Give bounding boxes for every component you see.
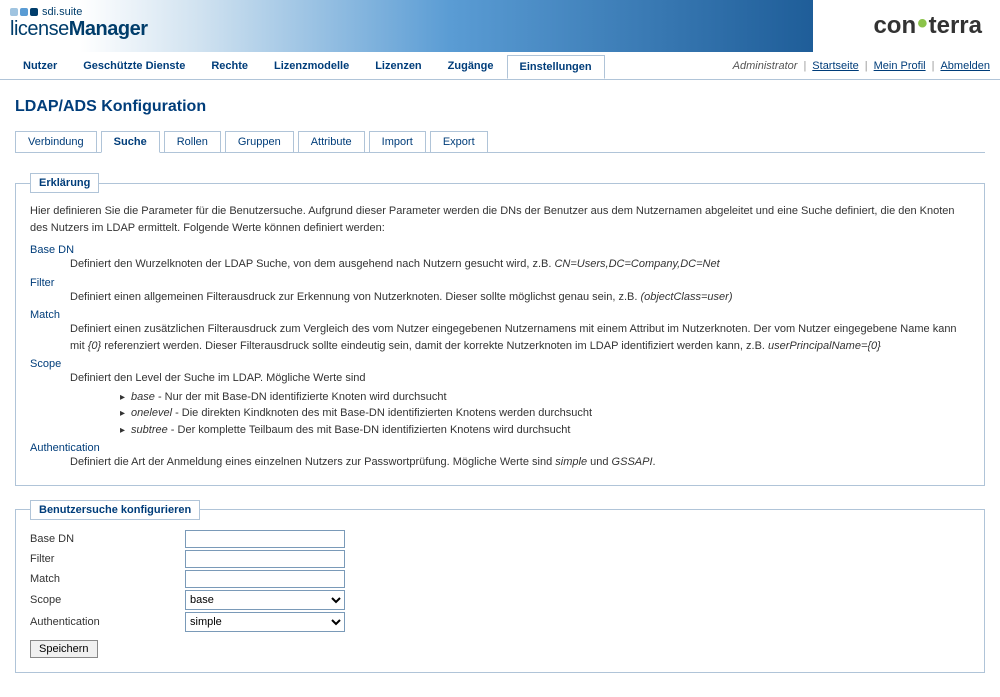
save-button[interactable]: Speichern [30,640,98,658]
tab-rechte[interactable]: Rechte [198,54,261,78]
def-basedn-text: Definiert den Wurzelknoten der LDAP Such… [70,256,970,273]
subtabs: VerbindungSucheRollenGruppenAttributeImp… [15,130,985,153]
tab-einstellungen[interactable]: Einstellungen [507,55,605,79]
subtab-verbindung[interactable]: Verbindung [15,131,97,153]
def-basedn-label: Base DN [30,244,970,256]
brand-dots-icon [10,8,38,16]
def-filter-text: Definiert einen allgemeinen Filterausdru… [70,289,970,306]
def-match-label: Match [30,309,970,321]
basedn-label: Base DN [30,533,185,545]
top-nav: NutzerGeschützte DiensteRechteLizenzmode… [0,52,1000,80]
subtab-gruppen[interactable]: Gruppen [225,131,294,153]
tab-lizenzmodelle[interactable]: Lizenzmodelle [261,54,362,78]
page-title: LDAP/ADS Konfiguration [15,98,985,116]
current-user: Administrator [733,60,798,72]
scope-option-onelevel: onelevel - Die direkten Kindknoten des m… [120,405,970,422]
dot-icon: • [917,7,928,41]
link-startseite[interactable]: Startseite [812,60,858,72]
app-title: licenseManager [10,18,148,41]
topnav-right: Administrator | Startseite | Mein Profil… [733,60,990,72]
config-form: Benutzersuche konfigurieren Base DN Filt… [15,500,985,673]
explanation-intro: Hier definieren Sie die Parameter für di… [30,203,970,236]
scope-label: Scope [30,594,185,606]
link-mein-profil[interactable]: Mein Profil [874,60,926,72]
explanation-box: Erklärung Hier definieren Sie die Parame… [15,173,985,486]
def-scope-label: Scope [30,358,970,370]
def-scope-text: Definiert den Level der Suche im LDAP. M… [70,370,970,438]
tab-lizenzen[interactable]: Lizenzen [362,54,434,78]
tab-zugänge[interactable]: Zugänge [435,54,507,78]
def-auth-text: Definiert die Art der Anmeldung eines ei… [70,454,970,471]
scope-option-base: base - Nur der mit Base-DN identifiziert… [120,389,970,406]
tab-geschützte-dienste[interactable]: Geschützte Dienste [70,54,198,78]
match-input[interactable] [185,570,345,588]
filter-label: Filter [30,553,185,565]
link-abmelden[interactable]: Abmelden [940,60,990,72]
auth-select[interactable]: simpleGSSAPI [185,612,345,632]
header-left: sdi.suite licenseManager [0,0,158,47]
subtab-import[interactable]: Import [369,131,426,153]
tab-nutzer[interactable]: Nutzer [10,54,70,78]
scope-select[interactable]: baseonelevelsubtree [185,590,345,610]
subtab-rollen[interactable]: Rollen [164,131,221,153]
explanation-legend: Erklärung [30,173,99,193]
subtab-export[interactable]: Export [430,131,488,153]
basedn-input[interactable] [185,530,345,548]
content: LDAP/ADS Konfiguration VerbindungSucheRo… [0,80,1000,697]
subtab-suche[interactable]: Suche [101,131,160,153]
header: sdi.suite licenseManager con•terra [0,0,1000,52]
subtab-attribute[interactable]: Attribute [298,131,365,153]
def-match-text: Definiert einen zusätzlichen Filterausdr… [70,321,970,354]
scope-option-subtree: subtree - Der komplette Teilbaum des mit… [120,422,970,439]
vendor-logo: con•terra [813,0,1000,52]
def-auth-label: Authentication [30,442,970,454]
config-form-legend: Benutzersuche konfigurieren [30,500,200,520]
suite-name: sdi.suite [42,6,82,18]
match-label: Match [30,573,185,585]
auth-label: Authentication [30,616,185,628]
suite-line: sdi.suite [10,6,148,18]
filter-input[interactable] [185,550,345,568]
def-filter-label: Filter [30,277,970,289]
